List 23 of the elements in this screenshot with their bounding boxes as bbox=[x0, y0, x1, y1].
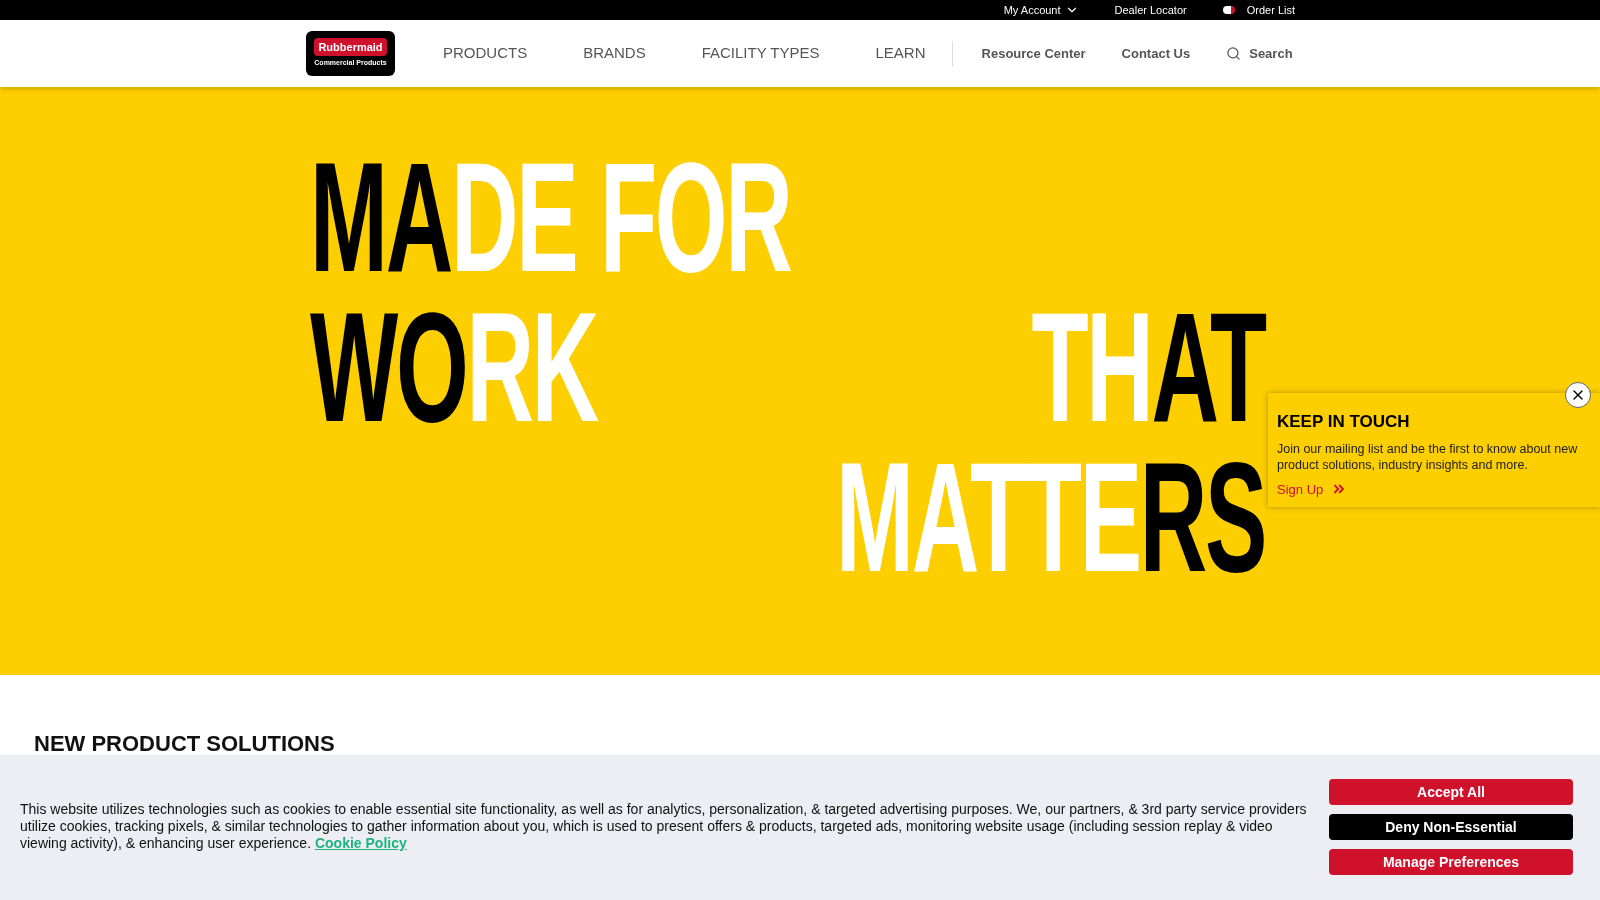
cookie-button[interactable]: Accept All bbox=[1329, 779, 1573, 805]
popup-title: KEEP IN TOUCH bbox=[1277, 411, 1411, 433]
hero-headline: WORK bbox=[310, 307, 597, 456]
cookie-button[interactable]: Deny Non-Essential bbox=[1329, 814, 1573, 840]
search-icon bbox=[1226, 46, 1242, 61]
sign-up-link[interactable]: Sign Up bbox=[1277, 479, 1348, 499]
utility-link[interactable]: Order List bbox=[1222, 1, 1295, 19]
account-menu[interactable]: My Account bbox=[1003, 1, 1079, 19]
nav-item[interactable]: LEARN bbox=[875, 42, 926, 65]
nav-item[interactable]: FACILITY TYPES bbox=[701, 42, 820, 65]
nav-item[interactable]: PRODUCTS bbox=[443, 42, 528, 65]
cookie-button[interactable]: Manage Preferences bbox=[1329, 849, 1573, 875]
section-title: NEW PRODUCT SOLUTIONS bbox=[34, 730, 335, 758]
popup-text: Join our mailing list and be the first to know about new product solutions, industry insights and more. bbox=[1277, 440, 1579, 473]
hero-headline: THAT bbox=[1031, 307, 1265, 456]
utility-link[interactable]: Dealer Locator bbox=[1114, 1, 1187, 19]
nav-link[interactable]: Contact Us bbox=[1121, 43, 1191, 64]
hero-headline: MATTERS bbox=[835, 457, 1265, 606]
cookie-text: This website utilizes technologies such as cookies to enable essential site functionality, as well as for analytics, personalization, & targeted advertising purposes. We, our partners, & 3rd party service providers utilize cookies, tracking pixels, & similar technologies to gather information about you, which is used to present offers & products, targeted ads, monitoring website usage (including session replay & video viewing activity), & enhancing user experience. Cookie Policy bbox=[20, 801, 1308, 852]
search-button[interactable]: Search bbox=[1226, 43, 1293, 64]
nav-item[interactable]: BRANDS bbox=[583, 42, 646, 65]
nav-link[interactable]: Resource Center bbox=[981, 43, 1086, 64]
hero-headline: MADE FOR bbox=[310, 157, 791, 306]
